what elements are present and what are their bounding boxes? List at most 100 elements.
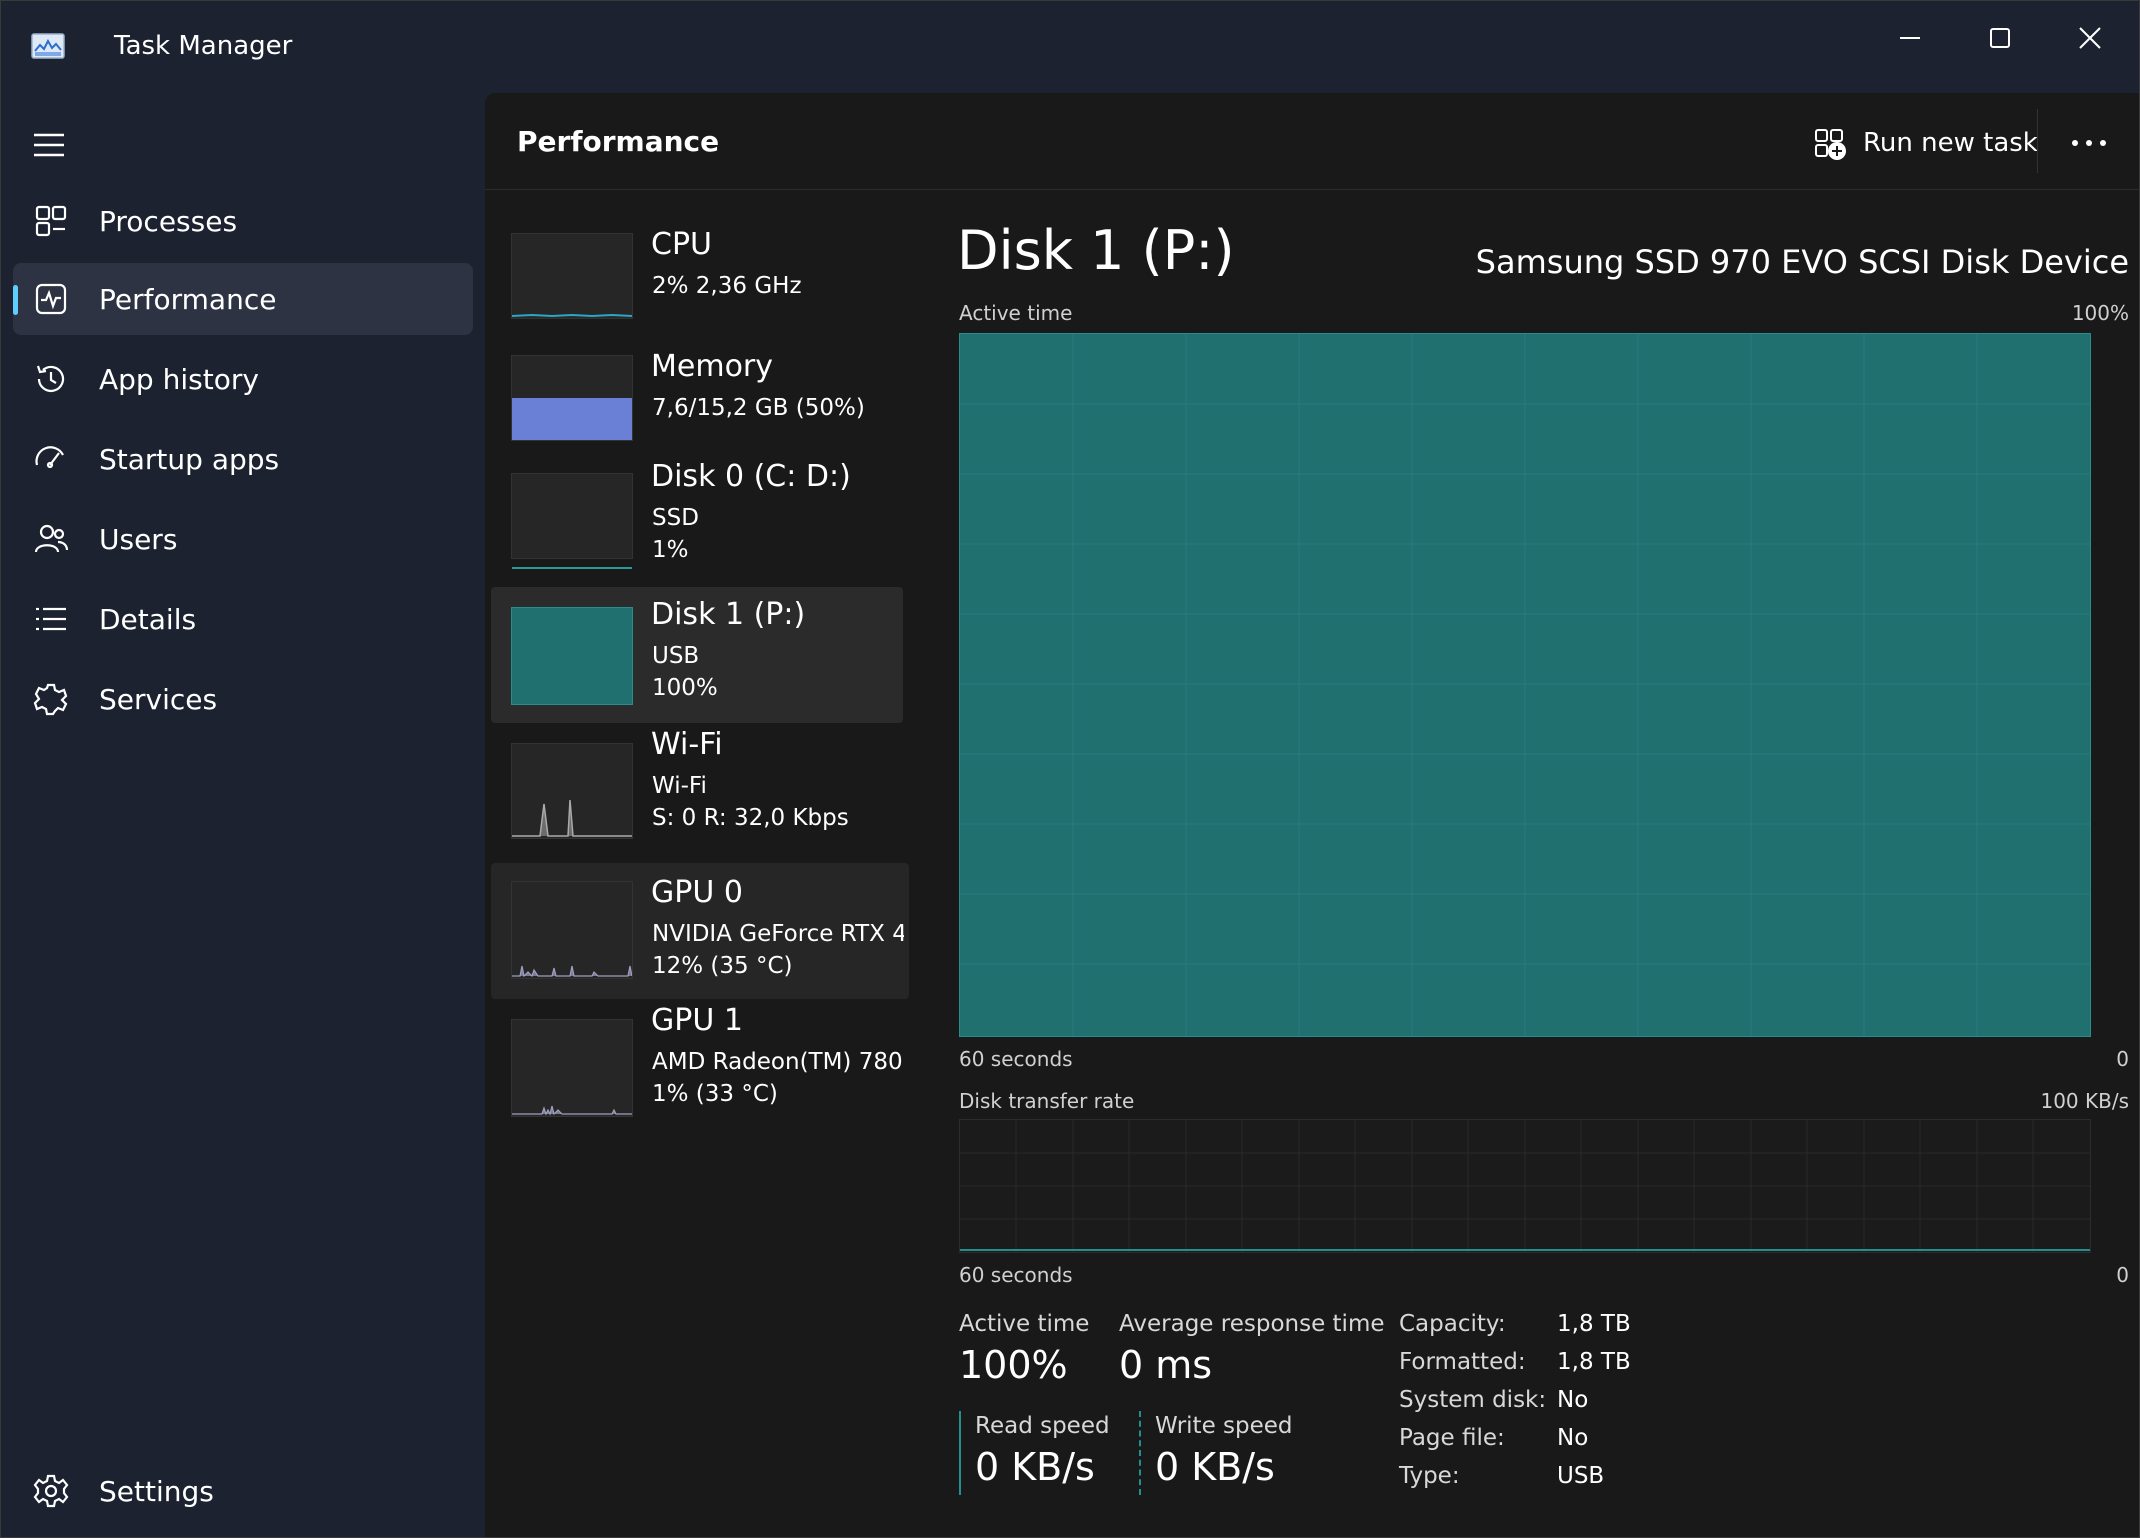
- disk-1-thumbnail-graph: [511, 607, 633, 705]
- device-detail: 7,6/15,2 GB (50%): [652, 395, 865, 421]
- more-options-button[interactable]: [2061, 123, 2117, 163]
- graph-label-active-time: Active time: [959, 301, 1073, 325]
- device-usage: 12% (35 °C): [652, 953, 793, 979]
- property-key-system-disk: System disk:: [1399, 1387, 1547, 1413]
- device-usage: 100%: [652, 675, 718, 701]
- close-button[interactable]: [2055, 13, 2125, 63]
- minimize-icon: [1900, 37, 1920, 39]
- property-value-page-file: No: [1557, 1425, 1589, 1451]
- device-item-gpu-0[interactable]: GPU 0 NVIDIA GeForce RTX 40 12% (35 °C): [491, 863, 909, 999]
- device-detail: 2% 2,36 GHz: [652, 273, 802, 299]
- more-icon: [2072, 140, 2106, 146]
- title-bar[interactable]: Task Manager: [1, 1, 2139, 93]
- maximize-icon: [1990, 28, 2010, 48]
- processes-icon: [33, 203, 69, 239]
- details-icon: [33, 601, 69, 637]
- device-usage: 1%: [652, 537, 689, 563]
- cpu-thumbnail-graph: [511, 233, 633, 319]
- device-name: CPU: [651, 227, 712, 262]
- device-model: NVIDIA GeForce RTX 40: [652, 921, 904, 947]
- device-item-memory[interactable]: Memory 7,6/15,2 GB (50%): [491, 339, 903, 475]
- device-usage: 1% (33 °C): [652, 1081, 778, 1107]
- nav-item-users[interactable]: Users: [13, 503, 473, 575]
- graph-time-span: 60 seconds: [959, 1047, 1073, 1071]
- device-model: AMD Radeon(TM) 780M: [652, 1049, 904, 1075]
- content-header: Performance Run new task: [485, 93, 2139, 190]
- device-item-cpu[interactable]: CPU 2% 2,36 GHz: [491, 217, 903, 353]
- page-title: Performance: [517, 125, 720, 158]
- stat-label-read-speed: Read speed: [975, 1413, 1110, 1439]
- stat-label-avg-response: Average response time: [1119, 1311, 1385, 1337]
- property-key-formatted: Formatted:: [1399, 1349, 1526, 1375]
- maximize-button[interactable]: [1965, 13, 2035, 63]
- nav-item-performance[interactable]: Performance: [13, 263, 473, 335]
- transfer-rate-graph: [959, 1119, 2091, 1253]
- device-name: GPU 1: [651, 1003, 743, 1038]
- read-speed-indicator: [959, 1411, 961, 1495]
- gear-icon: [33, 1473, 69, 1509]
- property-key-type: Type:: [1399, 1463, 1460, 1489]
- app-title: Task Manager: [114, 31, 293, 61]
- device-item-wifi[interactable]: Wi-Fi Wi-Fi S: 0 R: 32,0 Kbps: [491, 727, 903, 863]
- active-indicator: [13, 285, 18, 315]
- stat-value-write-speed: 0 KB/s: [1155, 1445, 1275, 1489]
- write-speed-indicator: [1139, 1411, 1141, 1495]
- disk-0-thumbnail-graph: [511, 473, 633, 569]
- device-name: Disk 0 (C: D:): [651, 459, 851, 494]
- hamburger-menu-button[interactable]: [29, 125, 69, 165]
- disk-model: Samsung SSD 970 EVO SCSI Disk Device: [1475, 243, 2129, 281]
- stat-value-read-speed: 0 KB/s: [975, 1445, 1095, 1489]
- wifi-thumbnail-graph: [511, 743, 633, 839]
- property-key-page-file: Page file:: [1399, 1425, 1505, 1451]
- graph-min-active-time: 0: [2116, 1047, 2129, 1071]
- graph-max-transfer-rate: 100 KB/s: [2040, 1089, 2129, 1113]
- run-new-task-label: Run new task: [1863, 128, 2038, 158]
- services-icon: [33, 681, 69, 717]
- stat-value-avg-response: 0 ms: [1119, 1343, 1213, 1387]
- header-divider: [2037, 109, 2038, 173]
- property-value-capacity: 1,8 TB: [1557, 1311, 1631, 1337]
- stat-value-active-time: 100%: [959, 1343, 1068, 1387]
- nav-label-startup-apps: Startup apps: [99, 443, 280, 476]
- nav-item-settings[interactable]: Settings: [13, 1455, 473, 1527]
- nav-item-app-history[interactable]: App history: [13, 343, 473, 415]
- graph-label-transfer-rate: Disk transfer rate: [959, 1089, 1135, 1113]
- graph-max-active-time: 100%: [2071, 301, 2129, 325]
- device-item-gpu-1[interactable]: GPU 1 AMD Radeon(TM) 780M 1% (33 °C): [491, 1003, 904, 1139]
- device-name: Wi-Fi: [651, 727, 723, 762]
- device-name: GPU 0: [651, 875, 743, 910]
- property-key-capacity: Capacity:: [1399, 1311, 1506, 1337]
- nav-label-services: Services: [99, 683, 218, 716]
- nav-label-app-history: App history: [99, 363, 259, 396]
- nav-label-details: Details: [99, 603, 197, 636]
- nav-item-startup-apps[interactable]: Startup apps: [13, 423, 473, 495]
- gpu-0-thumbnail-graph: [511, 881, 633, 979]
- device-throughput: S: 0 R: 32,0 Kbps: [652, 805, 849, 831]
- property-value-type: USB: [1557, 1463, 1605, 1489]
- device-item-disk-0[interactable]: Disk 0 (C: D:) SSD 1%: [491, 459, 903, 595]
- memory-thumbnail-graph: [511, 355, 633, 441]
- nav-item-services[interactable]: Services: [13, 663, 473, 735]
- device-type: SSD: [652, 505, 699, 531]
- device-type: USB: [652, 643, 700, 669]
- task-manager-app-icon: [31, 33, 65, 59]
- minimize-button[interactable]: [1875, 13, 1945, 63]
- device-adapter: Wi-Fi: [652, 773, 707, 799]
- graph2-time-span: 60 seconds: [959, 1263, 1073, 1287]
- device-name: Memory: [651, 349, 774, 384]
- run-new-task-button[interactable]: Run new task: [1813, 115, 2038, 167]
- device-item-disk-1[interactable]: Disk 1 (P:) USB 100%: [491, 587, 903, 723]
- hamburger-icon: [34, 133, 64, 157]
- detail-title: Disk 1 (P:): [957, 219, 1235, 282]
- users-icon: [33, 521, 69, 557]
- stat-label-active-time: Active time: [959, 1311, 1090, 1337]
- nav-label-processes: Processes: [99, 205, 238, 238]
- run-new-task-icon: [1813, 127, 1847, 161]
- nav-item-details[interactable]: Details: [13, 583, 473, 655]
- device-name: Disk 1 (P:): [651, 597, 806, 632]
- nav-label-users: Users: [99, 523, 178, 556]
- graph2-min: 0: [2116, 1263, 2129, 1287]
- nav-label-settings: Settings: [99, 1475, 214, 1508]
- nav-item-processes[interactable]: Processes: [13, 185, 473, 257]
- sidebar: Processes Performance App history Startu…: [1, 93, 485, 1537]
